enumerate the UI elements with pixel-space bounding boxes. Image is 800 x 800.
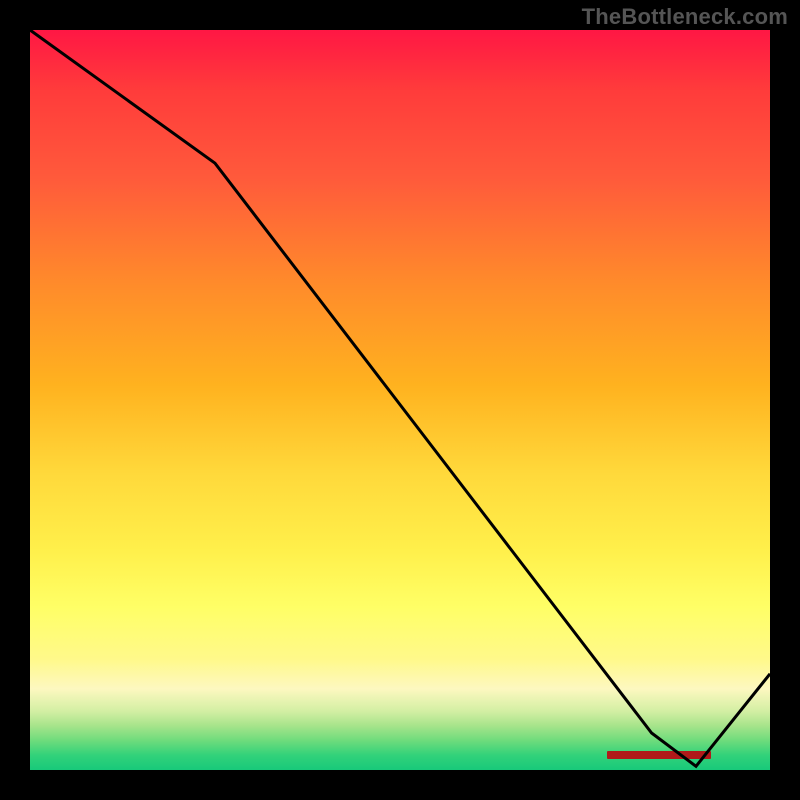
curve-line bbox=[30, 30, 770, 766]
line-chart bbox=[30, 30, 770, 770]
watermark-text: TheBottleneck.com bbox=[582, 4, 788, 30]
plot-area bbox=[30, 30, 770, 770]
chart-frame: TheBottleneck.com bbox=[0, 0, 800, 800]
